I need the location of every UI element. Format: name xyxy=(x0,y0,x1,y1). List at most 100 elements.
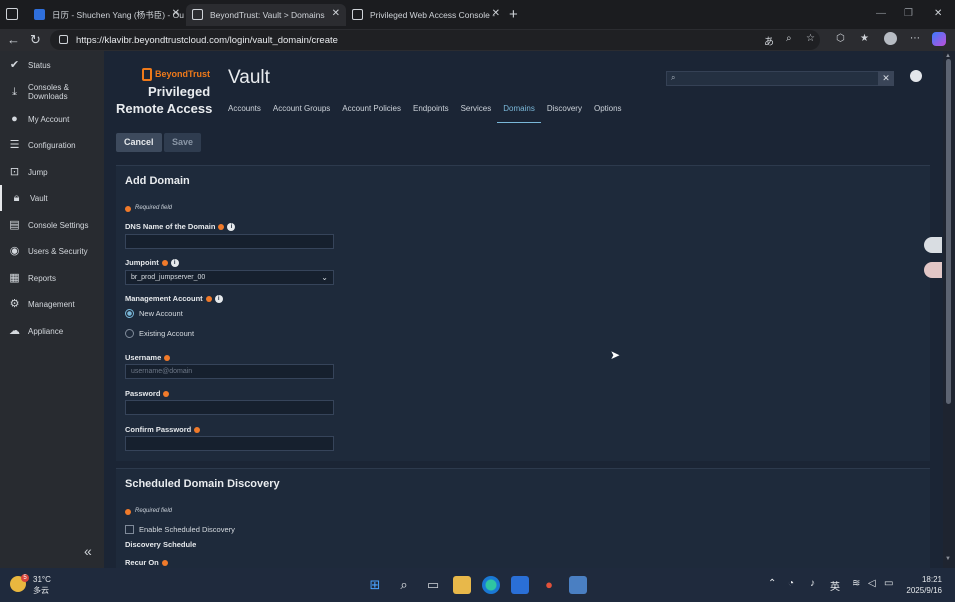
battery-icon[interactable]: ▭ xyxy=(884,578,893,589)
clear-search-icon[interactable]: ✕ xyxy=(878,71,894,86)
sidebar-item-console-settings[interactable]: ▤ Console Settings xyxy=(0,212,104,238)
info-icon[interactable]: i xyxy=(170,258,179,267)
sidebar-item-configuration[interactable]: ☰ Configuration xyxy=(0,132,104,158)
report-icon: ▦ xyxy=(9,272,20,284)
search-input[interactable]: ⌕ xyxy=(666,71,880,86)
close-tab-icon[interactable]: ✕ xyxy=(332,8,340,19)
sidebar-item-reports[interactable]: ▦ Reports xyxy=(0,265,104,291)
subnav-endpoints[interactable]: Endpoints xyxy=(407,103,455,123)
system-clock[interactable]: 18:21 2025/9/16 xyxy=(898,574,942,596)
edge-browser-icon[interactable] xyxy=(482,576,500,594)
user-icon: ● xyxy=(11,113,18,125)
show-hidden-icons[interactable]: ⌃ xyxy=(768,578,776,589)
task-view-icon[interactable]: ▭ xyxy=(424,576,442,594)
new-account-radio[interactable]: New Account xyxy=(125,309,183,318)
side-assistant-icon[interactable] xyxy=(924,262,942,278)
product-name-line2: Remote Access xyxy=(116,101,213,116)
required-field-note: Required field xyxy=(125,508,172,515)
tab-calendar[interactable]: 日历 - Shuchen Yang (杨书臣) - Ou ✕ xyxy=(28,4,186,26)
zoom-icon[interactable]: ⌕ xyxy=(786,33,792,44)
scrollbar-thumb[interactable] xyxy=(946,59,951,404)
restore-icon[interactable]: ❐ xyxy=(904,8,913,19)
page-scrollbar[interactable]: ▲ ▼ xyxy=(943,51,955,568)
info-icon[interactable]: i xyxy=(214,294,223,303)
existing-account-radio[interactable]: Existing Account xyxy=(125,329,194,338)
username-field[interactable]: username@domain xyxy=(125,364,334,379)
subnav-domains[interactable]: Domains xyxy=(497,103,541,123)
tab-beyondtrust-vault[interactable]: BeyondTrust: Vault > Domains ✕ xyxy=(186,4,346,26)
subnav-services[interactable]: Services xyxy=(455,103,498,123)
subnav-options[interactable]: Options xyxy=(588,103,628,123)
volume-icon[interactable]: ◁ xyxy=(868,578,876,589)
sidebar-item-users-security[interactable]: ◉ Users & Security xyxy=(0,238,104,264)
page-title: Vault xyxy=(228,67,270,88)
favorites-icon[interactable]: ★ xyxy=(860,33,869,44)
file-explorer-icon[interactable] xyxy=(453,576,471,594)
enable-scheduled-discovery-checkbox[interactable]: Enable Scheduled Discovery xyxy=(125,525,235,534)
scroll-down-icon[interactable]: ▼ xyxy=(945,556,951,562)
app-icon[interactable]: ● xyxy=(540,576,558,594)
close-window-icon[interactable]: ✕ xyxy=(934,8,942,19)
sidebar-item-status[interactable]: ✔ Status xyxy=(0,52,104,78)
chevron-down-icon: ⌄ xyxy=(321,273,328,282)
ime-indicator[interactable]: 英 xyxy=(830,578,840,593)
weather-widget[interactable]: 5 31°C 多云 xyxy=(10,574,70,596)
refresh-icon[interactable]: ↻ xyxy=(30,32,41,48)
sidebar-item-appliance[interactable]: ☁ Appliance xyxy=(0,318,104,344)
remote-desktop-icon[interactable] xyxy=(569,576,587,594)
extensions-icon[interactable]: ⬡ xyxy=(836,33,845,44)
start-icon[interactable]: ⊞ xyxy=(366,576,384,594)
subnav-account-policies[interactable]: Account Policies xyxy=(336,103,407,123)
new-tab-icon[interactable]: + xyxy=(509,6,518,23)
vault-subnav: Accounts Account Groups Account Policies… xyxy=(222,103,628,123)
beyondtrust-mark-icon xyxy=(142,67,152,81)
password-field[interactable] xyxy=(125,400,334,415)
add-domain-title: Add Domain xyxy=(125,175,190,187)
confirm-password-field[interactable] xyxy=(125,436,334,451)
cloud-icon: ☁ xyxy=(9,325,20,337)
side-tool-grid-icon[interactable] xyxy=(924,237,942,253)
copilot-icon[interactable] xyxy=(932,32,946,46)
info-icon[interactable]: i xyxy=(227,222,236,231)
gear-icon: ⚙ xyxy=(9,298,20,310)
read-aloud-icon[interactable]: あ xyxy=(764,33,774,48)
site-info-icon[interactable] xyxy=(59,35,68,44)
weather-badge: 5 xyxy=(21,574,29,582)
user-menu-icon[interactable] xyxy=(910,70,922,82)
taskbar-search-icon[interactable]: ⌕ xyxy=(395,576,413,594)
tab-privileged-web-access[interactable]: Privileged Web Access Console - ✕ xyxy=(346,4,506,26)
sync-icon[interactable]: ◔ xyxy=(788,578,794,589)
subnav-accounts[interactable]: Accounts xyxy=(222,103,267,123)
cancel-button[interactable]: Cancel xyxy=(116,133,162,152)
windows-taskbar: 5 31°C 多云 ⊞ ⌕ ▭ ● ⌃ ◔ ♪ 英 ≋ ◁ ▭ 18:21 20… xyxy=(0,568,955,602)
close-tab-icon[interactable]: ✕ xyxy=(172,8,180,19)
dns-name-field[interactable] xyxy=(125,234,334,249)
minimize-icon[interactable]: — xyxy=(876,8,886,19)
sidebar-item-vault[interactable]: 🔒︎ Vault xyxy=(0,185,104,211)
back-icon[interactable]: ← xyxy=(7,32,20,47)
jumpoint-select[interactable]: br_prod_jumpserver_00 ⌄ xyxy=(125,270,334,285)
sidebar-item-jump[interactable]: ⊡ Jump xyxy=(0,159,104,185)
microphone-icon[interactable]: ♪ xyxy=(810,578,815,589)
wifi-icon[interactable]: ≋ xyxy=(852,578,860,589)
sidebar-item-consoles-downloads[interactable]: ⤓ Consoles & Downloads xyxy=(0,79,104,105)
photos-icon[interactable] xyxy=(511,576,529,594)
more-menu-icon[interactable]: ⋯ xyxy=(910,33,920,44)
address-bar[interactable]: https://klavibr.beyondtrustcloud.com/log… xyxy=(50,30,820,50)
profile-avatar-icon[interactable] xyxy=(884,32,897,45)
collapse-sidebar-icon[interactable]: « xyxy=(84,543,92,559)
sidebar-item-my-account[interactable]: ● My Account xyxy=(0,106,104,132)
window-menu-icon[interactable] xyxy=(6,8,18,20)
subnav-discovery[interactable]: Discovery xyxy=(541,103,588,123)
subnav-account-groups[interactable]: Account Groups xyxy=(267,103,336,123)
jumpoint-label: Jumpoint i xyxy=(125,258,179,267)
calendar-favicon-icon xyxy=(34,9,45,20)
required-field-note: Required field xyxy=(125,205,172,212)
weather-desc: 多云 xyxy=(33,586,49,595)
favorite-star-icon[interactable]: ☆ xyxy=(806,33,815,44)
sidebar-item-management[interactable]: ⚙ Management xyxy=(0,291,104,317)
radio-icon xyxy=(125,329,134,338)
save-button[interactable]: Save xyxy=(164,133,202,152)
close-tab-icon[interactable]: ✕ xyxy=(492,8,500,19)
page-favicon-icon xyxy=(352,9,363,20)
